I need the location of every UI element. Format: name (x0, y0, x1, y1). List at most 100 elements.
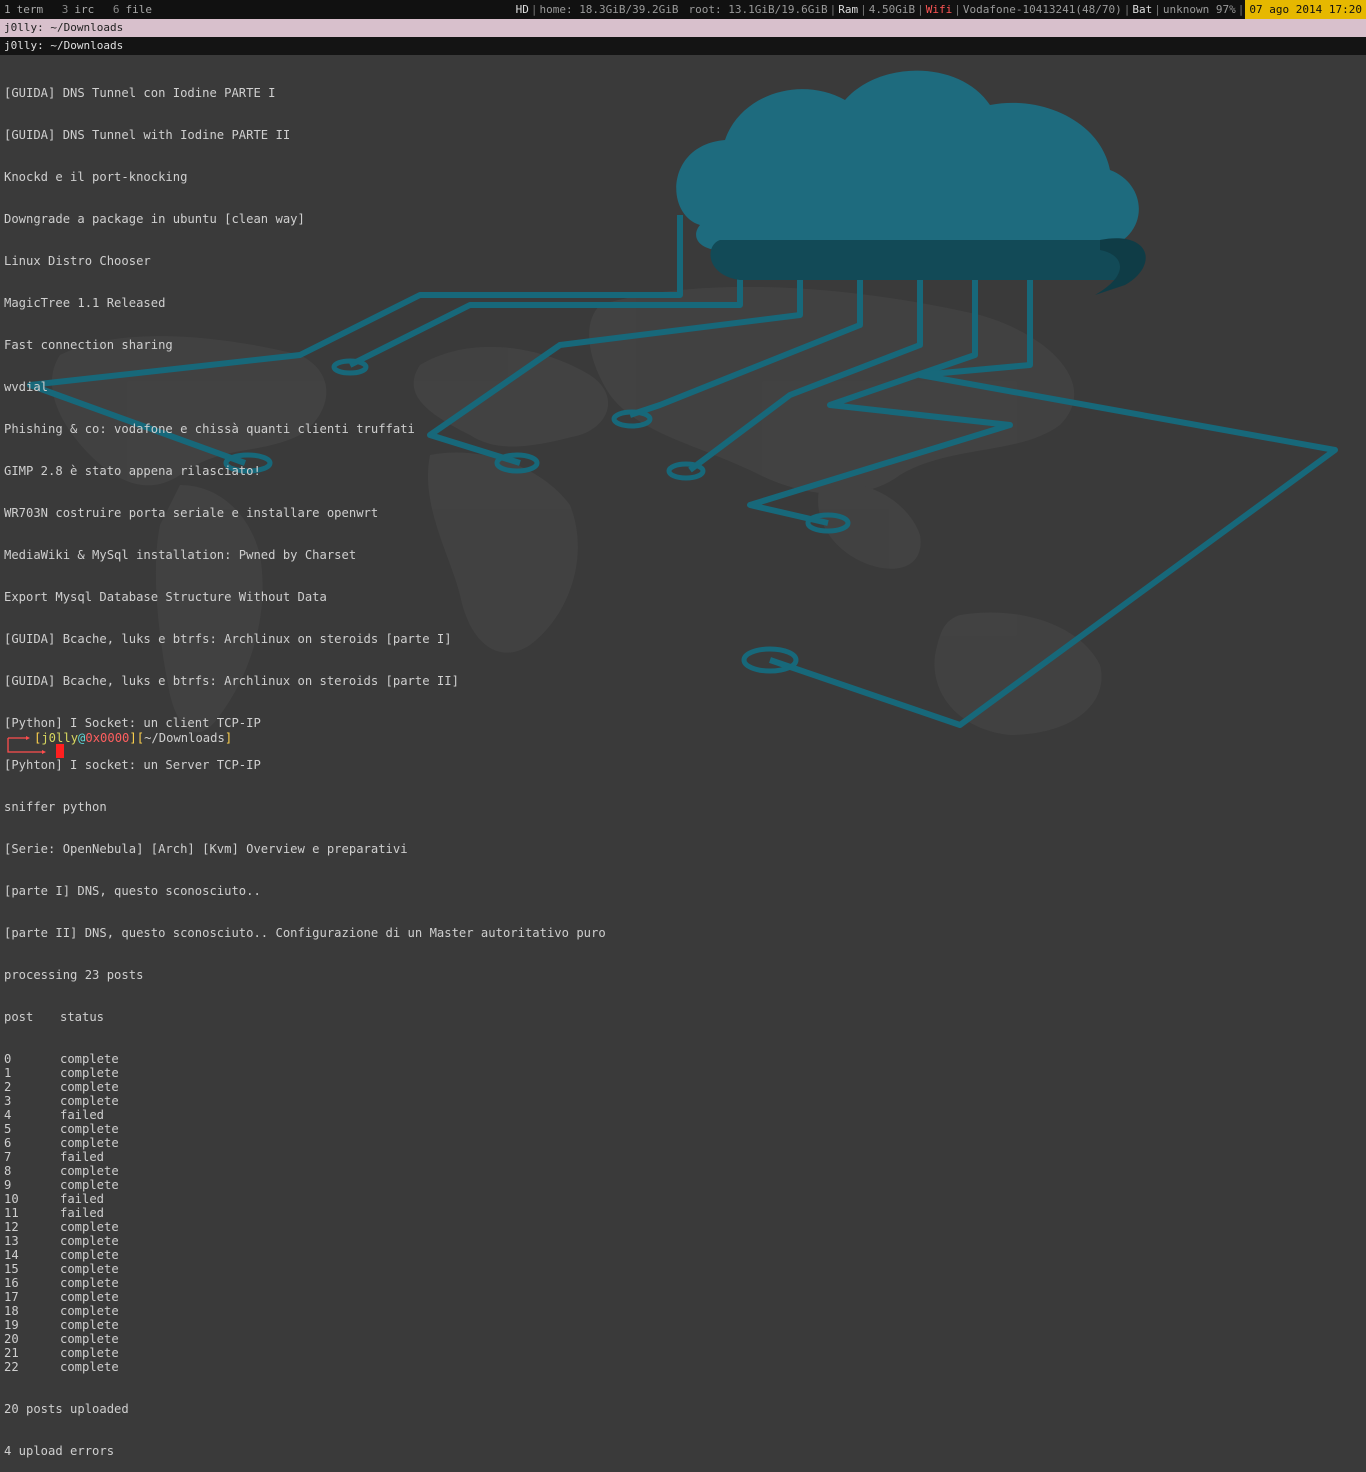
table-row: 1 complete (4, 1066, 1004, 1080)
post-index: 14 (4, 1248, 19, 1262)
post-index: 0 (4, 1052, 12, 1066)
table-row: 22 complete (4, 1360, 1004, 1374)
top-status-bar: 1 term 3 irc 6 file HD | home: 18.3GiB/39.2… (0, 0, 1366, 19)
table-row: 21 complete (4, 1346, 1004, 1360)
table-row: 9 complete (4, 1178, 1004, 1192)
post-status: failed (60, 1108, 105, 1122)
post-index: 6 (4, 1136, 12, 1150)
prompt-path: ~/Downloads (144, 731, 225, 745)
post-index: 17 (4, 1290, 19, 1304)
post-title: Export Mysql Database Structure Without … (4, 590, 327, 604)
text-cursor (56, 744, 64, 758)
post-title: Fast connection sharing (4, 338, 173, 352)
post-index: 5 (4, 1122, 12, 1136)
post-index: 18 (4, 1304, 19, 1318)
post-title: [GUIDA] Bcache, luks e btrfs: Archlinux … (4, 632, 452, 646)
prompt-user: j0lly (41, 731, 79, 745)
post-index: 11 (4, 1206, 19, 1220)
post-status: complete (60, 1178, 119, 1192)
summary-uploaded: 20 posts uploaded (4, 1402, 129, 1416)
post-index: 10 (4, 1192, 19, 1206)
post-status: complete (60, 1262, 119, 1276)
clock: 07 ago 2014 17:20 (1245, 0, 1366, 19)
post-title: [GUIDA] DNS Tunnel con Iodine PARTE I (4, 86, 276, 100)
separator: | (1123, 3, 1131, 16)
column-header-status: status (60, 1010, 105, 1024)
table-row: 19 complete (4, 1318, 1004, 1332)
table-row: 16 complete (4, 1276, 1004, 1290)
post-index: 20 (4, 1332, 19, 1346)
post-index: 16 (4, 1276, 19, 1290)
table-row: 20 complete (4, 1332, 1004, 1346)
table-row: 14 complete (4, 1248, 1004, 1262)
post-title: WR703N costruire porta seriale e install… (4, 506, 379, 520)
post-title: Linux Distro Chooser (4, 254, 151, 268)
post-index: 13 (4, 1234, 19, 1248)
terminal-tab-active[interactable]: j0lly: ~/Downloads (0, 19, 1366, 37)
separator: | (1237, 3, 1245, 16)
post-status: failed (60, 1192, 105, 1206)
post-status: complete (60, 1276, 119, 1290)
separator: | (917, 3, 924, 16)
workspace-irc[interactable]: 3 irc (62, 3, 101, 16)
post-status: complete (60, 1346, 119, 1360)
post-index: 2 (4, 1080, 12, 1094)
table-row: 17 complete (4, 1290, 1004, 1304)
post-status: failed (60, 1206, 105, 1220)
post-status: complete (60, 1094, 119, 1108)
post-index: 21 (4, 1346, 19, 1360)
post-status: complete (60, 1248, 119, 1262)
table-row: 10 failed (4, 1192, 1004, 1206)
post-status: failed (60, 1150, 105, 1164)
wifi-label: Wifi (925, 3, 953, 16)
table-row: 5 complete (4, 1122, 1004, 1136)
separator: | (1154, 3, 1161, 16)
post-index: 15 (4, 1262, 19, 1276)
home-disk-usage: home: 18.3GiB/39.2GiB (539, 3, 679, 16)
post-index: 7 (4, 1150, 12, 1164)
system-status: HD | home: 18.3GiB/39.2GiB root: 13.1GiB… (515, 0, 1366, 19)
workspace-file[interactable]: 6 file (113, 3, 158, 16)
post-index: 9 (4, 1178, 12, 1192)
post-status: complete (60, 1234, 119, 1248)
post-status: complete (60, 1164, 119, 1178)
upload-status-table: 0 complete 1 complete 2 complete 3 complete 4 fai… (4, 1052, 1004, 1374)
post-title: [GUIDA] DNS Tunnel with Iodine PARTE II (4, 128, 291, 142)
prompt-host: 0x0000 (85, 731, 130, 745)
separator: | (829, 3, 837, 16)
battery-label: Bat (1132, 3, 1153, 16)
post-title: [parte I] DNS, questo sconosciuto.. (4, 884, 261, 898)
post-index: 12 (4, 1220, 19, 1234)
prompt-line: [j0lly@0x0000][~/Downloads] (34, 731, 233, 745)
post-status: complete (60, 1052, 119, 1066)
post-status: complete (60, 1220, 119, 1234)
separator: | (954, 3, 961, 16)
processing-message: processing 23 posts (4, 968, 144, 982)
post-title: GIMP 2.8 è stato appena rilasciato! (4, 464, 261, 478)
separator: | (530, 3, 538, 16)
post-title: [GUIDA] Bcache, luks e btrfs: Archlinux … (4, 674, 459, 688)
column-header-post: post (4, 1010, 34, 1024)
table-row: 15 complete (4, 1262, 1004, 1276)
table-row: 3 complete (4, 1094, 1004, 1108)
post-index: 4 (4, 1108, 12, 1122)
summary-errors: 4 upload errors (4, 1444, 115, 1458)
table-row: 12 complete (4, 1220, 1004, 1234)
terminal-title: j0lly: ~/Downloads (0, 37, 1366, 55)
post-status: complete (60, 1080, 119, 1094)
post-title: Knockd e il port-knocking (4, 170, 188, 184)
shell-prompt[interactable]: [j0lly@0x0000][~/Downloads] (4, 730, 404, 762)
post-status: complete (60, 1332, 119, 1346)
ram-label: Ram (838, 3, 859, 16)
post-index: 8 (4, 1164, 12, 1178)
table-header: post status (4, 1010, 1004, 1024)
root-disk-usage: root: 13.1GiB/19.6GiB (688, 3, 828, 16)
post-title: MediaWiki & MySql installation: Pwned by… (4, 548, 357, 562)
post-title: wvdial (4, 380, 49, 394)
table-row: 13 complete (4, 1234, 1004, 1248)
post-status: complete (60, 1360, 119, 1374)
table-row: 0 complete (4, 1052, 1004, 1066)
workspace-term[interactable]: 1 term (4, 3, 49, 16)
post-title: [Python] I Socket: un client TCP-IP (4, 716, 261, 730)
wifi-network: Vodafone-10413241(48/70) (962, 3, 1122, 16)
